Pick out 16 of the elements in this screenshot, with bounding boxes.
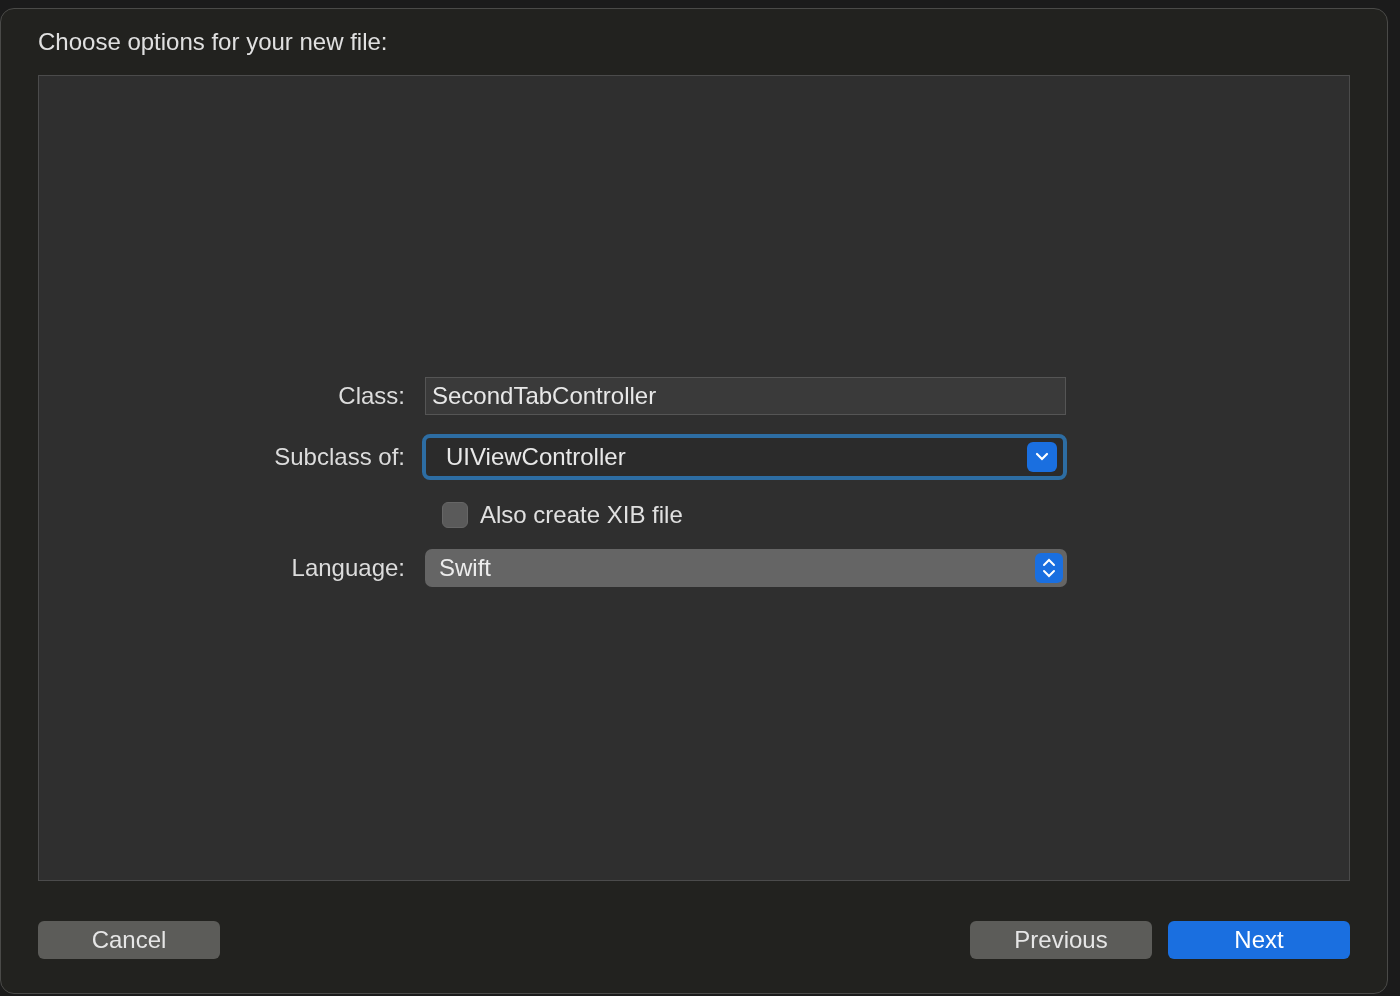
language-value: Swift [439, 553, 492, 583]
field-label: Subclass of: [273, 442, 406, 472]
field-label: Class: [337, 381, 406, 411]
dialog-button[interactable]: Previous [970, 921, 1152, 959]
field-label: Language: [290, 553, 406, 583]
dialog-button[interactable]: Cancel [38, 921, 220, 959]
next-button[interactable]: Next [1168, 921, 1350, 959]
subclass-combo-box[interactable]: UIViewController [422, 434, 1067, 480]
checkbox-label: Also create XIB file [480, 500, 683, 530]
up-down-chevron-icon [1035, 553, 1063, 583]
class-field[interactable]: SecondTabController [425, 377, 1066, 415]
checkbox[interactable] [442, 502, 468, 528]
chevron-down-icon[interactable] [1027, 442, 1057, 472]
language-popup[interactable]: Swift [425, 549, 1067, 587]
subclass-value: UIViewController [446, 442, 627, 472]
dialog-title: Choose options for your new file: [38, 27, 389, 57]
